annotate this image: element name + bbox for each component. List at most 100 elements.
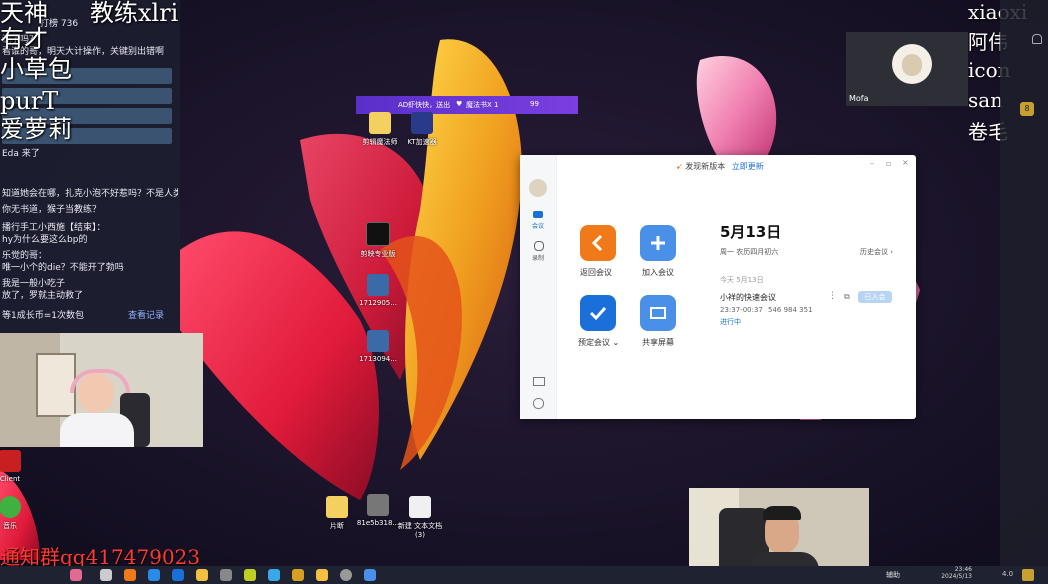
taskbar: 辅助 23:46 2024/5/13 4.0 — [0, 566, 1048, 584]
webcam-name: Mofa — [849, 94, 869, 103]
return-meeting-button[interactable] — [580, 225, 616, 261]
settings-gear-icon[interactable] — [1022, 569, 1034, 581]
file-icon — [367, 494, 389, 516]
desktop-icon-client[interactable]: Client — [0, 450, 38, 483]
bell-icon[interactable] — [1032, 34, 1042, 44]
rocket-icon: ➹ — [676, 162, 683, 171]
today-label: 今天 5月13日 — [720, 276, 764, 284]
gift-icon: ♥ — [456, 100, 463, 108]
mail-icon[interactable] — [533, 377, 545, 386]
edge-icon[interactable] — [148, 569, 160, 581]
app-icon[interactable] — [124, 569, 136, 581]
enter-meeting-button[interactable]: 已入会 — [858, 291, 892, 303]
return-meeting-label: 返回会议 — [580, 268, 612, 277]
chat-message: hy为什么要这么bp的 — [2, 235, 88, 245]
desktop-icon-video1[interactable]: 1712905... — [350, 274, 406, 307]
overlay-name: san — [968, 88, 1004, 112]
chevron-right-icon: › — [890, 248, 894, 256]
more-icon[interactable]: ⋮ — [828, 291, 837, 301]
sidebar-meetings[interactable]: 会议 — [520, 221, 556, 230]
meeting-item-status: 进行中 — [720, 318, 741, 326]
chat-message: 唯一小个的die？不能开了勃吗 — [2, 263, 124, 273]
banner-count: 99 — [530, 100, 539, 108]
share-screen-label: 共享屏幕 — [642, 338, 674, 347]
desktop-icon-video2[interactable]: 1713094... — [350, 330, 406, 363]
chat-message: 知道她会在哪，扎克小泡不好惹吗？不是人类？ — [2, 189, 178, 199]
join-meeting-button[interactable] — [640, 225, 676, 261]
desktop-icon-kt[interactable]: KT加速器 — [394, 112, 450, 147]
browser-icon[interactable] — [172, 569, 184, 581]
client-app-icon — [0, 450, 21, 472]
settings-icon[interactable] — [533, 398, 544, 409]
tray-label[interactable]: 辅助 — [886, 570, 900, 580]
meeting-item-id: 546 984 351 — [768, 306, 813, 314]
app-icon[interactable] — [244, 569, 256, 581]
system-clock[interactable]: 23:46 2024/5/13 — [940, 566, 972, 580]
clock-time: 23:46 — [954, 566, 972, 573]
meeting-app-window: 会议 录制 ➹ 发现新版本 立即更新 – ▫ × 返回会议 加入会议 预定会议 … — [520, 155, 916, 419]
folder-icon — [369, 112, 391, 134]
text-file-icon — [409, 496, 431, 518]
desktop-icon-newtext[interactable]: 新建 文本文档 (3) — [392, 496, 448, 539]
plus-icon — [651, 236, 665, 250]
app-icon[interactable] — [340, 569, 352, 581]
chat-message: 放了，罗就主动救了 — [2, 291, 84, 301]
meeting-app-icon[interactable] — [364, 569, 376, 581]
start-icon[interactable] — [70, 569, 82, 581]
capcut-icon — [366, 222, 390, 246]
overlay-name: 小草包 — [0, 55, 72, 83]
overlay-name: 天神 — [0, 0, 48, 27]
headphones — [70, 369, 130, 393]
chevron-left-icon — [591, 234, 603, 252]
webcam-mofa: Mofa — [846, 32, 968, 106]
video-file-icon — [367, 274, 389, 296]
join-meeting-label: 加入会议 — [642, 268, 674, 277]
meeting-item-title[interactable]: 小祥的快速会议 — [720, 292, 776, 303]
schedule-meeting-button[interactable] — [580, 295, 616, 331]
update-now-link[interactable]: 立即更新 — [732, 162, 764, 171]
share-screen-button[interactable] — [640, 295, 676, 331]
folder-icon[interactable] — [196, 569, 208, 581]
avatar — [892, 44, 932, 84]
settings-icon[interactable] — [220, 569, 232, 581]
chevron-down-icon[interactable]: ⌄ — [613, 338, 620, 347]
desktop-icon-label: 1712905... — [359, 299, 397, 307]
coach-label: 教练xlri — [90, 0, 179, 27]
music-app-icon — [0, 496, 21, 518]
kt-accelerator-icon[interactable] — [292, 569, 304, 581]
video-icon[interactable] — [533, 211, 543, 218]
sidebar-recordings[interactable]: 录制 — [520, 253, 556, 262]
overlay-name: 有才 — [0, 25, 48, 53]
history-meetings-link[interactable]: 历史会议 › — [860, 247, 893, 257]
desktop-icon-music[interactable]: 音乐 — [0, 496, 38, 531]
record-icon[interactable] — [534, 241, 544, 251]
webcam-streamer — [0, 333, 203, 447]
video-file-icon — [367, 330, 389, 352]
chat-footer-info: 等1成长币=1次数包 — [2, 311, 84, 321]
desktop-icon-capcut[interactable]: 剪映专业版 — [350, 222, 406, 259]
banner-gift: 魔法书X 1 — [466, 101, 499, 109]
check-icon — [589, 306, 607, 321]
task-view-icon[interactable] — [100, 569, 112, 581]
close-button[interactable]: × — [902, 158, 909, 167]
meeting-sidebar: 会议 录制 — [520, 155, 557, 419]
desktop-icon-label: Client — [0, 475, 21, 483]
maximize-button[interactable]: ▫ — [886, 159, 891, 168]
desktop-icon-label: 剪辑魔法师 — [362, 138, 398, 146]
right-sidebar: 8 — [1000, 0, 1048, 566]
desktop-icon-label: 新建 文本文档 (3) — [397, 522, 443, 539]
schedule-meeting-label: 预定会议 ⌄ — [578, 337, 619, 348]
meeting-date: 5月13日 — [720, 223, 782, 241]
user-avatar[interactable] — [529, 179, 547, 197]
copy-icon[interactable]: ⧉ — [844, 292, 850, 302]
update-notice-text: 发现新版本 — [685, 162, 726, 171]
app-icon[interactable] — [268, 569, 280, 581]
share-screen-icon — [650, 307, 666, 319]
overlay-name: purT — [0, 87, 59, 115]
update-notice: ➹ 发现新版本 立即更新 — [676, 161, 764, 172]
history-meetings-text: 历史会议 — [860, 248, 888, 256]
app-icon[interactable] — [316, 569, 328, 581]
view-records-link[interactable]: 查看记录 — [128, 308, 178, 321]
kt-accelerator-icon — [411, 112, 433, 134]
banner-text: AD虾快快，送出 — [398, 101, 451, 109]
